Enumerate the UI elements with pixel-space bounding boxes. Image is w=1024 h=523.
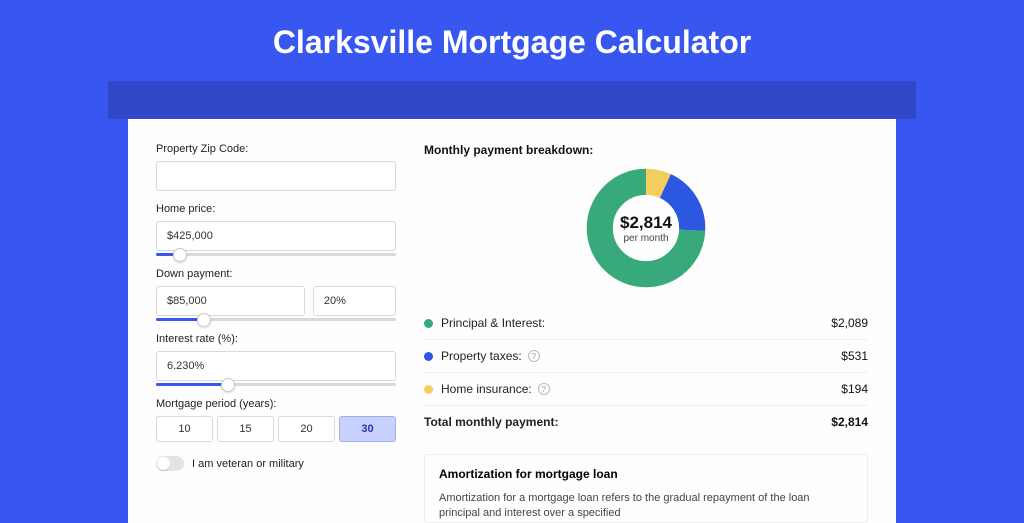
legend-value: $194 <box>841 382 868 396</box>
donut-center: $2,814 per month <box>585 167 707 289</box>
legend-label: Property taxes: <box>441 349 522 363</box>
veteran-label: I am veteran or military <box>192 458 304 470</box>
period-row: 10152030 <box>156 416 396 442</box>
legend-label: Home insurance: <box>441 382 532 396</box>
interest-slider[interactable] <box>156 383 396 386</box>
period-btn-20[interactable]: 20 <box>278 416 335 442</box>
info-icon[interactable]: ? <box>528 350 540 362</box>
donut-sub: per month <box>623 233 668 244</box>
legend-row: Home insurance:? $194 <box>424 372 868 405</box>
down-payment-pct-input[interactable] <box>313 286 396 316</box>
calculator-card: Property Zip Code: Home price: Down paym… <box>128 119 896 523</box>
veteran-toggle[interactable] <box>156 456 184 471</box>
toggle-knob <box>157 457 170 470</box>
home-price-input[interactable] <box>156 221 396 251</box>
slider-thumb[interactable] <box>173 248 187 262</box>
down-payment-label: Down payment: <box>156 268 396 280</box>
home-price-label: Home price: <box>156 203 396 215</box>
period-btn-30[interactable]: 30 <box>339 416 396 442</box>
donut-amount: $2,814 <box>620 213 672 233</box>
period-field-group: Mortgage period (years): 10152030 <box>156 398 396 442</box>
period-label: Mortgage period (years): <box>156 398 396 410</box>
down-payment-input[interactable] <box>156 286 305 316</box>
legend-label: Principal & Interest: <box>441 316 545 330</box>
interest-input[interactable] <box>156 351 396 381</box>
legend-dot-icon <box>424 385 433 394</box>
amortization-block: Amortization for mortgage loan Amortizat… <box>424 454 868 523</box>
total-label: Total monthly payment: <box>424 415 558 429</box>
breakdown-column: Monthly payment breakdown: $2,814 per mo… <box>424 143 868 523</box>
down-payment-field-group: Down payment: <box>156 268 396 321</box>
veteran-toggle-row: I am veteran or military <box>156 456 396 471</box>
down-payment-slider[interactable] <box>156 318 396 321</box>
amortization-text: Amortization for a mortgage loan refers … <box>439 491 853 522</box>
legend-value: $531 <box>841 349 868 363</box>
period-btn-15[interactable]: 15 <box>217 416 274 442</box>
page-title: Clarksville Mortgage Calculator <box>0 0 1024 81</box>
legend-row: Property taxes:? $531 <box>424 339 868 372</box>
info-icon[interactable]: ? <box>538 383 550 395</box>
home-price-slider[interactable] <box>156 253 396 256</box>
legend: Principal & Interest: $2,089 Property taxe… <box>424 307 868 405</box>
zip-input[interactable] <box>156 161 396 191</box>
legend-dot-icon <box>424 352 433 361</box>
period-btn-10[interactable]: 10 <box>156 416 213 442</box>
legend-row: Principal & Interest: $2,089 <box>424 307 868 339</box>
payment-donut-chart: $2,814 per month <box>585 167 707 289</box>
zip-label: Property Zip Code: <box>156 143 396 155</box>
slider-thumb[interactable] <box>197 313 211 327</box>
slider-thumb[interactable] <box>221 378 235 392</box>
donut-wrap: $2,814 per month <box>424 167 868 289</box>
home-price-field-group: Home price: <box>156 203 396 256</box>
total-value: $2,814 <box>831 415 868 429</box>
amortization-title: Amortization for mortgage loan <box>439 467 853 481</box>
interest-label: Interest rate (%): <box>156 333 396 345</box>
breakdown-title: Monthly payment breakdown: <box>424 143 868 157</box>
legend-dot-icon <box>424 319 433 328</box>
legend-total-row: Total monthly payment: $2,814 <box>424 405 868 438</box>
interest-field-group: Interest rate (%): <box>156 333 396 386</box>
zip-field-group: Property Zip Code: <box>156 143 396 191</box>
header-strip <box>108 81 916 119</box>
legend-value: $2,089 <box>831 316 868 330</box>
form-column: Property Zip Code: Home price: Down paym… <box>156 143 396 523</box>
slider-fill <box>156 383 228 386</box>
